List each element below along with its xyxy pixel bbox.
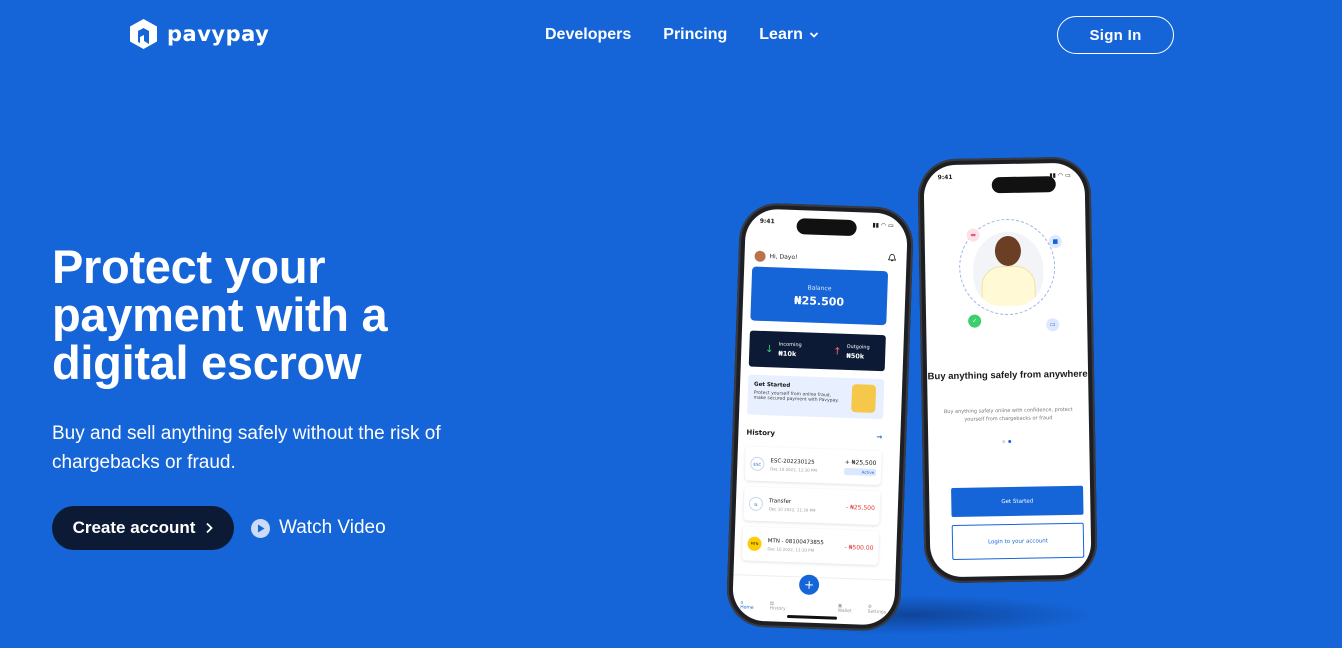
- hero-headline: Protect your payment with a digital escr…: [52, 240, 388, 389]
- nav-learn[interactable]: Learn: [759, 26, 819, 44]
- list-item[interactable]: ESC ESC-202230125 Dec 10 2022, 11:30 PM +…: [744, 446, 882, 486]
- greeting: Hi, Dayo!: [754, 250, 798, 263]
- incoming-block: ↓ Incoming ₦10k: [749, 331, 818, 369]
- watch-video-link[interactable]: Watch Video: [251, 517, 386, 539]
- transaction-date: Dec 10 2022, 11:30 PM: [768, 505, 816, 513]
- nav-developers[interactable]: Developers: [545, 26, 631, 44]
- carousel-dot[interactable]: [1002, 440, 1006, 444]
- mtn-icon: MTN: [747, 536, 762, 552]
- arrow-right-icon[interactable]: →: [876, 433, 882, 441]
- transaction-date: Dec 10 2022, 11:30 PM: [767, 545, 815, 553]
- nav-developers-label: Developers: [545, 26, 632, 43]
- dynamic-island: [796, 218, 857, 237]
- check-icon: ✓: [968, 314, 982, 328]
- balance-card: Balance ₦25.500: [750, 266, 889, 326]
- get-started-banner[interactable]: Get Started Protect yourself from online…: [747, 374, 885, 420]
- incoming-value: ₦10k: [778, 349, 797, 359]
- onboarding-title: Buy anything safely from anywhere: [927, 368, 1088, 383]
- incoming-outgoing-card: ↓ Incoming ₦10k ↑ Outgoing ₦50k: [748, 330, 886, 372]
- truck-icon: ▭: [1046, 318, 1060, 332]
- carousel-dots: [1002, 439, 1012, 444]
- phone-screen-onboarding: 9:41 ▮▮ ◠ ▭ ▬ ■ ✓ ▭ Buy anything safely …: [923, 162, 1092, 578]
- phone-screen-dashboard: 9:41 ▮▮ ◠ ▭ Hi, Dayo! Balance ₦25.500 ↓ …: [731, 208, 909, 626]
- outgoing-block: ↑ Outgoing ₦50k: [817, 333, 886, 371]
- brand-name: pavypay: [167, 22, 270, 46]
- outgoing-value: ₦50k: [846, 351, 865, 361]
- chevron-right-icon: [206, 522, 214, 534]
- phone-illustration-icon: [851, 384, 877, 413]
- tab-home-label: Home: [740, 605, 754, 611]
- incoming-label: Incoming: [778, 341, 802, 349]
- tab-wallet-label: Wallet: [837, 608, 852, 615]
- brand-logo[interactable]: pavypay: [129, 18, 269, 50]
- history-header: History →: [746, 428, 882, 441]
- onboarding-subtitle: Buy anything safely online with confiden…: [943, 406, 1073, 423]
- tab-home[interactable]: ⌂ Home: [740, 600, 754, 610]
- nav-learn-label: Learn: [759, 26, 803, 43]
- main-nav: Developers Princing Learn: [545, 26, 819, 44]
- bell-icon: [887, 254, 897, 262]
- person-body: [981, 265, 1036, 307]
- get-started-text: Protect yourself from online fraud, make…: [753, 390, 839, 404]
- tab-wallet[interactable]: ▣ Wallet: [838, 604, 852, 614]
- status-badge: Active: [844, 467, 877, 476]
- login-button[interactable]: Login to your account: [951, 522, 1085, 560]
- avatar: [754, 250, 766, 262]
- tab-history-label: History: [769, 606, 786, 612]
- person-head: [994, 235, 1022, 267]
- transaction-title: MTN - 08100473855: [767, 537, 824, 546]
- plus-icon: +: [803, 577, 815, 592]
- arrow-up-icon: ↑: [832, 345, 842, 358]
- status-time: 9:41: [759, 217, 775, 226]
- balance-value: ₦25.500: [793, 294, 845, 309]
- create-account-button[interactable]: Create account: [52, 506, 234, 550]
- outgoing-label: Outgoing: [846, 343, 870, 351]
- play-icon: [251, 518, 270, 538]
- transaction-title: Transfer: [768, 497, 792, 505]
- nav-pricing[interactable]: Princing: [663, 26, 727, 44]
- tab-spacer: [802, 612, 822, 613]
- greeting-text: Hi, Dayo!: [769, 253, 798, 262]
- transaction-amount: + ₦25,500: [844, 458, 877, 467]
- escrow-icon: ESC: [750, 456, 765, 472]
- dynamic-island: [991, 176, 1056, 194]
- tab-history[interactable]: ▤ History: [770, 601, 786, 612]
- list-item[interactable]: MTN MTN - 08100473855 Dec 10 2022, 11:30 …: [741, 526, 880, 566]
- watch-video-label: Watch Video: [279, 517, 386, 538]
- status-icons: ▮▮ ◠ ▭: [872, 221, 894, 230]
- nav-pricing-label: Princing: [663, 26, 728, 43]
- person-illustration: [972, 231, 1044, 307]
- arrow-down-icon: ↓: [764, 343, 774, 355]
- history-label: History: [746, 428, 776, 438]
- tab-settings[interactable]: ⚙ Settings: [868, 605, 887, 616]
- create-account-label: Create account: [72, 518, 196, 537]
- pavypay-logo-icon: [130, 19, 157, 49]
- transfer-icon: ⇆: [748, 496, 764, 512]
- chevron-down-icon: [809, 32, 818, 38]
- phone-mockup-dashboard: 9:41 ▮▮ ◠ ▭ Hi, Dayo! Balance ₦25.500 ↓ …: [725, 202, 915, 632]
- phone-mockup-onboarding: 9:41 ▮▮ ◠ ▭ ▬ ■ ✓ ▭ Buy anything safely …: [917, 156, 1098, 584]
- tab-settings-label: Settings: [867, 609, 887, 616]
- lock-icon: ■: [1048, 235, 1062, 249]
- status-time: 9:41: [937, 173, 953, 182]
- transaction-amount: - ₦500.00: [844, 543, 874, 552]
- sign-in-button[interactable]: Sign In: [1057, 16, 1174, 54]
- get-started-button[interactable]: Get Started: [951, 485, 1084, 517]
- transaction-date: Dec 10 2022, 11:30 PM: [770, 465, 818, 473]
- hero-subtext: Buy and sell anything safely without the…: [52, 423, 441, 473]
- transaction-amount: - ₦25,500: [845, 503, 875, 512]
- carousel-dot-active[interactable]: [1008, 439, 1012, 443]
- transaction-title: ESC-202230125: [770, 457, 815, 466]
- list-item[interactable]: ⇆ Transfer Dec 10 2022, 11:30 PM - ₦25,50…: [743, 486, 881, 526]
